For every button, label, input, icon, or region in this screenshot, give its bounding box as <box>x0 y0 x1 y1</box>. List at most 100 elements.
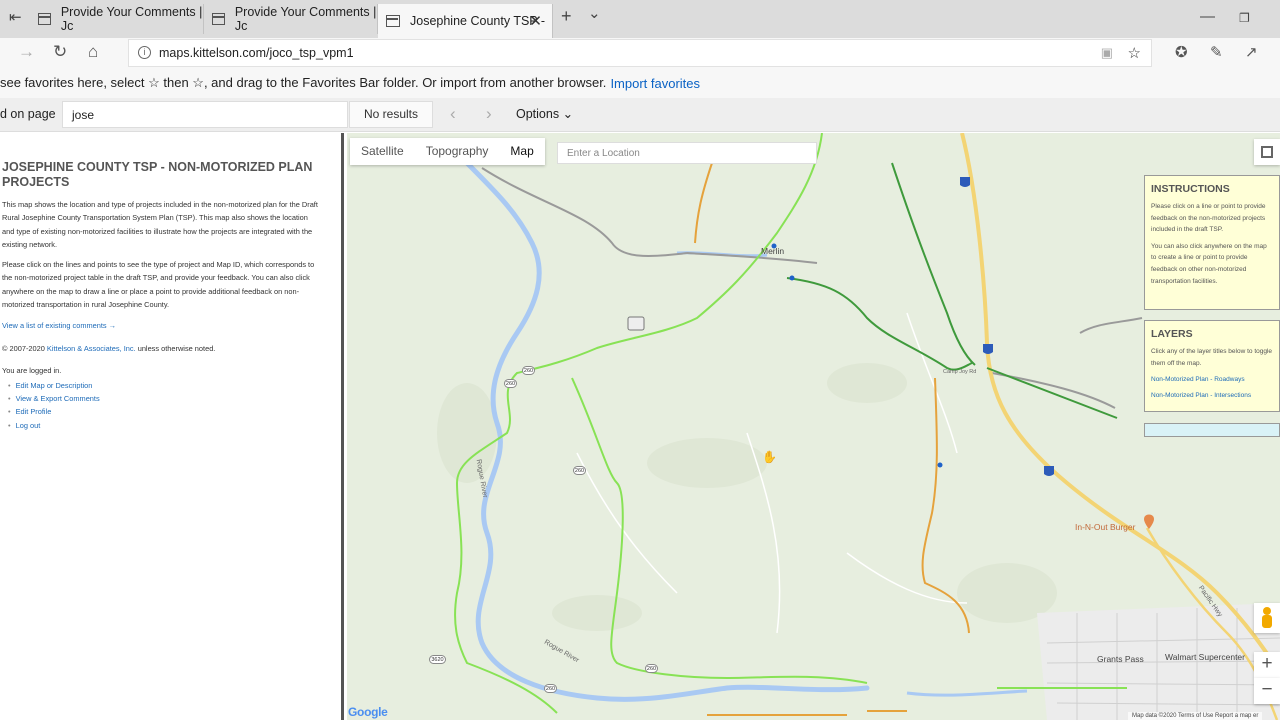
list-item: Log out <box>8 419 100 432</box>
favorites-bar: see favorites here, select ☆ then ☆, and… <box>0 68 1280 98</box>
log-out-link[interactable]: Log out <box>16 421 41 430</box>
tab-bar: ⇤ Provide Your Comments | Jc Provide You… <box>0 0 1280 38</box>
map-type-map[interactable]: Map <box>499 138 544 165</box>
find-options-button[interactable]: Options ⌄ <box>516 106 573 121</box>
google-logo: Google <box>348 705 388 719</box>
intro-paragraph: This map shows the location and type of … <box>2 200 318 250</box>
location-search-input[interactable]: Enter a Location <box>557 142 817 164</box>
kittelson-link[interactable]: Kittelson & Associates, Inc. <box>47 344 136 353</box>
in-n-out-pin-icon[interactable] <box>1144 514 1154 530</box>
project-point[interactable] <box>937 462 943 468</box>
non-motorized-routes <box>454 133 1127 714</box>
tab-1[interactable]: Provide Your Comments | Jc <box>30 4 204 34</box>
share-icon[interactable]: ↗ <box>1245 43 1258 61</box>
list-item: Edit Profile <box>8 405 100 418</box>
page-icon <box>212 13 225 25</box>
map-type-topography[interactable]: Topography <box>415 138 500 165</box>
view-export-comments-link[interactable]: View & Export Comments <box>16 394 100 403</box>
import-favorites-link[interactable]: Import favorites <box>610 76 700 91</box>
tab-title: Josephine County TSP - <box>410 14 546 28</box>
pegman-body <box>1262 615 1272 628</box>
site-info-icon[interactable]: i <box>138 46 151 59</box>
tab-list-icon[interactable]: ⌄ <box>588 4 601 22</box>
copyright-prefix: © 2007-2020 <box>2 344 45 353</box>
find-input[interactable]: jose <box>62 101 348 128</box>
refresh-icon[interactable]: ↻ <box>53 42 67 62</box>
restore-icon[interactable]: ❐ <box>1239 11 1250 25</box>
planned-orange-routes <box>694 162 970 716</box>
page-icon <box>38 13 51 25</box>
view-comments-link[interactable]: View a list of existing comments → <box>2 321 116 330</box>
route-shield: 260 <box>522 366 535 375</box>
label-grants-pass: Grants Pass <box>1097 654 1144 664</box>
terrain-patches <box>437 363 1057 631</box>
hand-cursor-icon: ✋ <box>762 450 777 464</box>
layers-panel: LAYERS Click any of the layer titles bel… <box>1144 320 1280 412</box>
view-comments-row: View a list of existing comments → <box>2 319 322 332</box>
minimize-icon[interactable]: — <box>1200 8 1215 25</box>
layer-toggle-intersections[interactable]: Non-Motorized Plan - Intersections <box>1151 390 1273 401</box>
local-roads <box>576 312 968 634</box>
tab-actions-icon[interactable]: ⇤ <box>9 8 22 26</box>
copyright-suffix: unless otherwise noted. <box>137 344 216 353</box>
label-merlin: Merlin <box>761 246 785 256</box>
list-item: View & Export Comments <box>8 392 100 405</box>
sidebar: JOSEPHINE COUNTY TSP - NON-MOTORIZED PLA… <box>0 133 344 720</box>
route-shield: 260 <box>504 379 517 388</box>
label-in-n-out: In-N-Out Burger <box>1075 522 1136 532</box>
tab-3-active[interactable]: Josephine County TSP - ✕ <box>378 4 553 38</box>
forward-icon[interactable]: → <box>18 42 35 62</box>
find-next-icon[interactable]: › <box>486 104 492 124</box>
fullscreen-button[interactable] <box>1254 139 1280 165</box>
list-item: Edit Map or Description <box>8 379 100 392</box>
layers-title: LAYERS <box>1151 328 1193 340</box>
comment-marker-icon[interactable] <box>627 316 645 331</box>
map-graphics <box>437 133 1280 720</box>
url-field[interactable]: i maps.kittelson.com/joco_tsp_vpm1 ▣ ☆ <box>128 39 1152 67</box>
fullscreen-icon <box>1261 146 1273 158</box>
zoom-out-button[interactable]: − <box>1254 678 1280 704</box>
reading-view-icon[interactable]: ▣ <box>1101 45 1113 61</box>
route-shield: 260 <box>544 684 557 693</box>
copyright: © 2007-2020 Kittelson & Associates, Inc.… <box>2 342 322 355</box>
tab-2[interactable]: Provide Your Comments | Jc <box>204 4 378 34</box>
logged-in-text: You are logged in. <box>2 366 62 375</box>
route-shield: 260 <box>645 664 658 673</box>
interstate-shields <box>960 177 1054 476</box>
edit-map-link[interactable]: Edit Map or Description <box>16 381 93 390</box>
empty-panel <box>1144 423 1280 437</box>
project-point[interactable] <box>789 275 795 281</box>
edit-profile-link[interactable]: Edit Profile <box>16 407 52 416</box>
find-options-label: Options <box>516 107 560 121</box>
instructions-text-2: You can also click anywhere on the map t… <box>1151 242 1267 285</box>
route-shield: 3620 <box>429 655 446 664</box>
favorites-message: see favorites here, select ☆ then ☆, and… <box>0 75 607 90</box>
map-type-control: Satellite Topography Map <box>350 138 545 165</box>
find-bar: d on page jose No results ‹ › Options ⌄ <box>0 98 1280 132</box>
favorite-star-icon[interactable]: ☆ <box>1128 44 1141 62</box>
layer-toggle-roadways[interactable]: Non-Motorized Plan - Roadways <box>1151 374 1273 385</box>
street-view-pegman-icon[interactable] <box>1254 603 1280 633</box>
gray-roads <box>481 167 1143 409</box>
account-links: Edit Map or Description View & Export Co… <box>8 379 100 432</box>
page-icon <box>386 15 400 27</box>
map-attribution: Map data ©2020 Terms of Use Report a map… <box>1128 712 1263 720</box>
url-text: maps.kittelson.com/joco_tsp_vpm1 <box>159 46 354 60</box>
find-previous-icon[interactable]: ‹ <box>450 104 456 124</box>
chevron-down-icon: ⌄ <box>562 107 574 121</box>
tab-title: Provide Your Comments | Jc <box>60 5 203 33</box>
find-label: d on page <box>0 107 56 121</box>
tab-title: Provide Your Comments | Jc <box>234 5 377 33</box>
map-type-satellite[interactable]: Satellite <box>350 138 415 165</box>
route-shield: 260 <box>573 466 586 475</box>
home-icon[interactable]: ⌂ <box>88 42 98 62</box>
map-canvas[interactable]: Merlin Camp Joy Rd In-N-Out Burger Grant… <box>347 133 1280 720</box>
new-tab-icon[interactable]: + <box>561 6 572 27</box>
rogue-river <box>464 160 870 702</box>
page-title: JOSEPHINE COUNTY TSP - NON-MOTORIZED PLA… <box>2 160 313 189</box>
favorites-icon[interactable]: ✪ <box>1175 43 1188 61</box>
zoom-in-button[interactable]: + <box>1254 652 1280 678</box>
pen-icon[interactable]: ✎ <box>1210 43 1223 61</box>
close-tab-icon[interactable]: ✕ <box>529 12 542 30</box>
layers-desc: Click any of the layer titles below to t… <box>1151 348 1273 367</box>
